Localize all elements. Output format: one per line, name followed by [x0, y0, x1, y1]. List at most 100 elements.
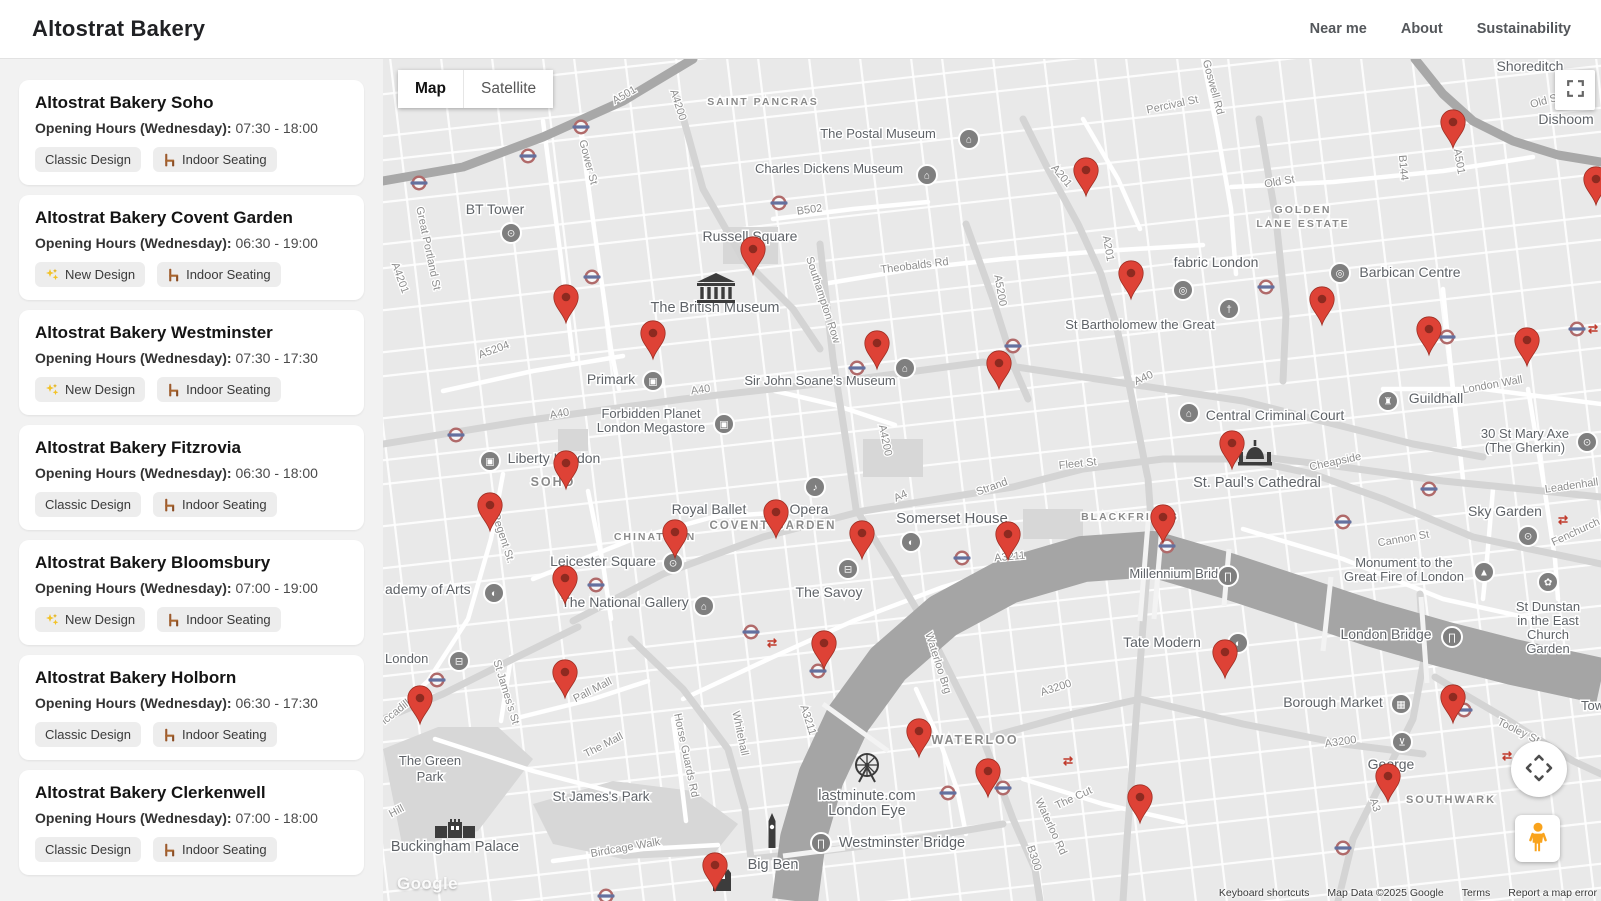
tube-station-icon [849, 362, 866, 375]
svg-text:◎: ◎ [1336, 269, 1345, 280]
pegman-control[interactable] [1515, 815, 1560, 862]
nav-sustainability[interactable]: Sustainability [1477, 21, 1571, 37]
svg-text:⌂: ⌂ [966, 135, 972, 146]
badge-row: Classic DesignIndoor Seating [35, 147, 348, 172]
satellite-view-button[interactable]: Satellite [463, 70, 553, 108]
hours-label: Opening Hours (Wednesday): [35, 810, 232, 826]
badge-row: New Design Indoor Seating [35, 262, 348, 287]
place-label: Tate Modern [1123, 634, 1201, 650]
shopping-icon[interactable]: ▣ [714, 414, 734, 434]
bridge-icon[interactable]: ∏ [811, 833, 831, 853]
pan-arrows-icon [1522, 751, 1556, 788]
svg-text:∏: ∏ [1448, 633, 1456, 644]
map-attribution: Keyboard shortcuts Map Data ©2025 Google… [1219, 887, 1597, 899]
location-name: Altostrat Bakery Westminster [35, 323, 348, 343]
rail-station-icon: ⇄ [1063, 754, 1073, 768]
museum-icon[interactable]: ⌂ [959, 129, 979, 149]
report-error-link[interactable]: Report a map error [1508, 887, 1597, 899]
bridge-icon[interactable]: ∏ [1218, 566, 1238, 586]
badge-label: New Design [65, 382, 135, 397]
museum-icon[interactable]: ⌂ [1179, 403, 1199, 423]
music-icon[interactable]: ♪ [805, 477, 825, 497]
place-label: St Bartholomew the Great [1065, 317, 1215, 332]
map-data-notice: Map Data ©2025 Google [1327, 887, 1443, 899]
svg-text:◐: ◐ [491, 589, 497, 600]
bridge-icon[interactable]: ∏ [1442, 627, 1462, 647]
opening-hours: Opening Hours (Wednesday): 07:30 - 18:00 [35, 120, 348, 136]
feature-badge: New Design [35, 262, 145, 287]
svg-text:†: † [1226, 305, 1232, 316]
svg-text:▦: ▦ [1396, 700, 1405, 711]
terms-link[interactable]: Terms [1462, 887, 1491, 899]
chair-icon [163, 153, 176, 167]
place-label: London Eye [828, 803, 905, 819]
camera-icon[interactable]: ⊙ [1518, 526, 1538, 546]
shopping-icon[interactable]: ▣ [643, 371, 663, 391]
theatre-icon[interactable]: ◎ [1330, 263, 1350, 283]
map-canvas[interactable]: A501A4200Gower StGreat Portland StA4201B… [383, 59, 1601, 901]
art-icon[interactable]: ◐ [484, 583, 504, 603]
badge-row: Classic DesignIndoor Seating [35, 492, 348, 517]
nav-near-me[interactable]: Near me [1310, 21, 1367, 37]
place-label: Sir John Soane's Museum [744, 373, 895, 388]
church-icon[interactable]: † [1219, 299, 1239, 319]
hours-value: 06:30 - 18:00 [235, 465, 318, 481]
svg-text:⊙: ⊙ [1524, 532, 1532, 543]
keyboard-shortcuts-link[interactable]: Keyboard shortcuts [1219, 887, 1309, 899]
tube-station-icon [1335, 842, 1352, 855]
place-label: Westminster Bridge [839, 835, 965, 851]
location-list: Altostrat Bakery SohoOpening Hours (Wedn… [0, 59, 383, 901]
market-icon[interactable]: ▦ [1391, 694, 1411, 714]
museum-icon[interactable]: ⌂ [895, 358, 915, 378]
museum-icon[interactable]: ⌂ [917, 165, 937, 185]
location-card[interactable]: Altostrat Bakery FitzroviaOpening Hours … [19, 425, 364, 530]
location-card[interactable]: Altostrat Bakery BloomsburyOpening Hours… [19, 540, 364, 645]
place-label: Buckingham Palace [391, 839, 519, 855]
camera-icon[interactable]: ⊙ [1577, 432, 1597, 452]
map-view-button[interactable]: Map [398, 70, 463, 108]
nav-about[interactable]: About [1401, 21, 1443, 37]
tube-station-icon [573, 121, 590, 134]
tube-station-icon [743, 626, 760, 639]
castle-icon[interactable]: ♜ [1378, 391, 1398, 411]
location-card[interactable]: Altostrat Bakery Covent GardenOpening Ho… [19, 195, 364, 300]
tube-station-icon [588, 579, 605, 592]
place-label: Borough Market [1283, 694, 1383, 710]
location-name: Altostrat Bakery Bloomsbury [35, 553, 348, 573]
place-label: Sky Garden [1468, 503, 1542, 519]
badge-label: New Design [65, 267, 135, 282]
location-card[interactable]: Altostrat Bakery Clerkenwell Opening Hour… [19, 770, 364, 875]
monument-icon[interactable]: ▲ [1474, 562, 1494, 582]
garden-icon[interactable]: ✿ [1538, 572, 1558, 592]
hotel-icon[interactable]: ⊟ [449, 651, 469, 671]
hours-value: 06:30 - 19:00 [235, 235, 318, 251]
svg-text:∏: ∏ [1224, 572, 1232, 583]
feature-badge: Indoor Seating [157, 262, 281, 287]
place-label: St. Paul's Cathedral [1193, 475, 1321, 491]
bar-icon[interactable]: ⊻ [1392, 732, 1412, 752]
hours-label: Opening Hours (Wednesday): [35, 120, 232, 136]
rail-station-icon: ⇄ [1588, 322, 1598, 336]
art-icon[interactable]: ◐ [901, 532, 921, 552]
camera-icon[interactable]: ⊙ [663, 553, 683, 573]
badge-row: Classic DesignIndoor Seating [35, 837, 348, 862]
rail-station-icon: ⇄ [767, 636, 777, 650]
location-card[interactable]: Altostrat Bakery WestminsterOpening Hour… [19, 310, 364, 415]
hotel-icon[interactable]: ⊟ [838, 559, 858, 579]
pan-control[interactable] [1511, 741, 1567, 797]
shopping-icon[interactable]: ▣ [480, 451, 500, 471]
camera-icon[interactable]: ⊙ [501, 223, 521, 243]
location-name: Altostrat Bakery Clerkenwell [35, 783, 348, 803]
museum-icon[interactable]: ⌂ [694, 596, 714, 616]
area-label: GOLDEN [1275, 204, 1332, 216]
place-label: Dishoom [1538, 111, 1593, 127]
rail-station-icon: ⇄ [1502, 749, 1512, 763]
feature-badge: Classic Design [35, 837, 141, 862]
location-card[interactable]: Altostrat Bakery HolbornOpening Hours (W… [19, 655, 364, 760]
poi-icon[interactable]: ◎ [1173, 280, 1193, 300]
place-label: The Green [399, 753, 461, 768]
fullscreen-button[interactable] [1555, 70, 1595, 110]
badge-row: Classic DesignIndoor Seating [35, 722, 348, 747]
feature-badge: Classic Design [35, 492, 141, 517]
location-card[interactable]: Altostrat Bakery SohoOpening Hours (Wedn… [19, 80, 364, 185]
